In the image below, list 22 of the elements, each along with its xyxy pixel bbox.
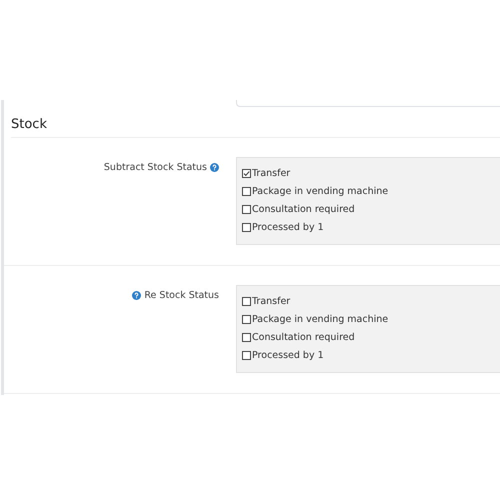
checkbox-label: Transfer bbox=[252, 296, 290, 307]
checkbox-label: Package in vending machine bbox=[252, 186, 388, 197]
checkbox[interactable] bbox=[242, 333, 251, 342]
field-label: Re Stock Status bbox=[144, 290, 219, 301]
checkbox-label: Consultation required bbox=[252, 332, 355, 343]
checkbox[interactable] bbox=[242, 223, 251, 232]
checkbox-label: Package in vending machine bbox=[252, 314, 388, 325]
checkbox[interactable] bbox=[242, 297, 251, 306]
checkbox-label: Processed by 1 bbox=[252, 350, 324, 361]
checkbox[interactable] bbox=[242, 169, 251, 178]
checkbox[interactable] bbox=[242, 205, 251, 214]
checkbox[interactable] bbox=[242, 187, 251, 196]
checkbox[interactable] bbox=[242, 351, 251, 360]
field-label: Subtract Stock Status bbox=[104, 162, 207, 173]
input-field[interactable] bbox=[236, 100, 500, 107]
checkbox-label: Transfer bbox=[252, 168, 290, 179]
section-title: Stock bbox=[11, 107, 500, 138]
checkbox-label: Processed by 1 bbox=[252, 222, 324, 233]
checkbox[interactable] bbox=[242, 315, 251, 324]
help-icon[interactable] bbox=[210, 163, 219, 172]
checkbox-label: Consultation required bbox=[252, 204, 355, 215]
help-icon[interactable] bbox=[132, 291, 142, 300]
